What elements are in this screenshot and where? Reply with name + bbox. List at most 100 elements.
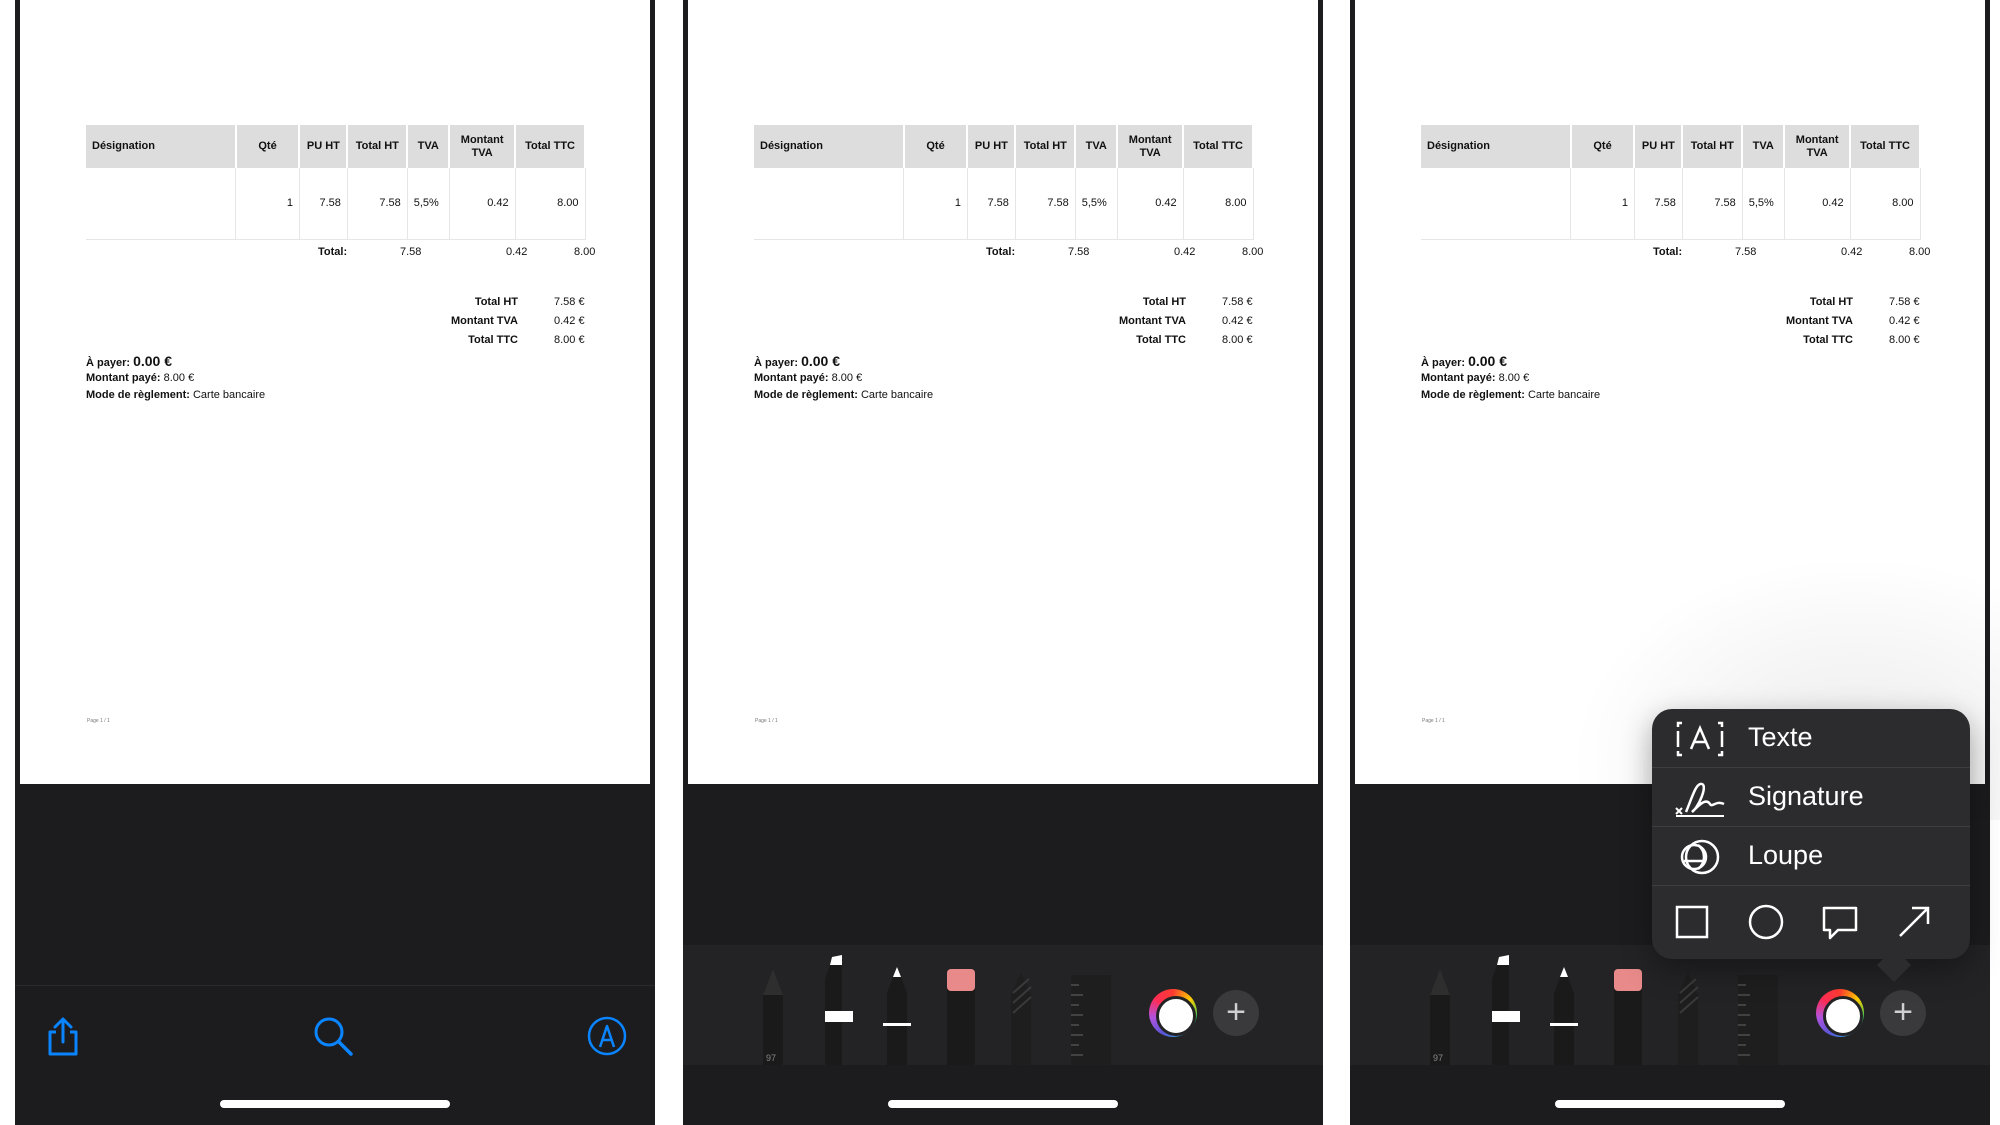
color-picker-icon[interactable] (1149, 989, 1197, 1037)
summary-value: 7.58 € (1222, 296, 1253, 308)
a-payer-label: À payer: (86, 357, 131, 369)
plus-icon[interactable]: + (1213, 990, 1259, 1036)
plus-icon[interactable]: + (1880, 990, 1926, 1036)
cell-total-ht: 7.58 (347, 168, 408, 240)
montant-paye-label: Montant payé: (86, 372, 161, 384)
cell-qte: 1 (903, 168, 968, 240)
mode-label: Mode de règlement: (86, 389, 190, 401)
totals-label: Total: (1653, 246, 1683, 258)
cell-pu-ht: 7.58 (299, 168, 348, 240)
lasso-tool[interactable] (1678, 973, 1699, 1065)
menu-item-signature[interactable]: Signature (1652, 768, 1970, 827)
totals-label: Total: (318, 246, 348, 258)
home-indicator[interactable] (1555, 1100, 1785, 1108)
document-page: Désignation Qté PU HT Total HT TVA Monta… (20, 0, 650, 784)
totals-ttc: 8.00 (1909, 246, 1931, 258)
pen-tool[interactable]: 97 (763, 969, 783, 1065)
cell-total-ht: 7.58 (1015, 168, 1076, 240)
pen-size-label: 97 (1433, 1053, 1443, 1063)
home-indicator[interactable] (220, 1100, 450, 1108)
home-indicator[interactable] (888, 1100, 1118, 1108)
circle-icon[interactable] (1746, 902, 1786, 942)
pencil-tool[interactable] (883, 967, 911, 1065)
arrow-icon[interactable] (1894, 902, 1934, 942)
a-payer-label: À payer: (1421, 357, 1466, 369)
montant-paye-line: Montant payé: 8.00 € (1421, 372, 1529, 384)
signature-icon (1675, 782, 1725, 817)
shape-row (1652, 886, 1970, 956)
header-montant-tva: Montant TVA (1117, 125, 1185, 168)
pen-size-label: 97 (766, 1053, 776, 1063)
a-payer-value: 0.00 € (133, 353, 173, 369)
ruler-tool[interactable] (1738, 975, 1778, 1065)
header-qte: Qté (235, 125, 301, 168)
speech-bubble-icon[interactable] (1820, 902, 1860, 942)
menu-item-texte[interactable]: Texte (1652, 709, 1970, 768)
cell-qte: 1 (235, 168, 300, 240)
share-icon[interactable] (41, 1014, 85, 1058)
table-header-row: Désignation Qté PU HT Total HT TVA Monta… (86, 125, 586, 168)
eraser-tool[interactable] (947, 969, 975, 1065)
cell-total-ttc: 8.00 (1850, 168, 1921, 240)
header-designation: Désignation (754, 125, 905, 168)
header-qte: Qté (903, 125, 969, 168)
cell-pu-ht: 7.58 (1634, 168, 1683, 240)
a-payer-line: À payer: 0.00 € (1421, 353, 1507, 369)
mode-label: Mode de règlement: (754, 389, 858, 401)
summary-label: Total HT (1142, 296, 1186, 308)
header-total-ttc: Total TTC (1850, 125, 1921, 168)
cell-montant-tva: 0.42 (1117, 168, 1184, 240)
totals-label: Total: (986, 246, 1016, 258)
eraser-tool[interactable] (1614, 969, 1642, 1065)
mode-label: Mode de règlement: (1421, 389, 1525, 401)
totals-ttc: 8.00 (1242, 246, 1264, 258)
cell-qte: 1 (1570, 168, 1635, 240)
text-box-icon (1676, 721, 1724, 757)
pencil-tool[interactable] (1550, 967, 1578, 1065)
color-picker-icon[interactable] (1816, 989, 1864, 1037)
search-icon[interactable] (311, 1014, 355, 1058)
header-total-ht: Total HT (347, 125, 409, 168)
mode-value: Carte bancaire (860, 389, 934, 401)
pen-tool[interactable]: 97 (1430, 969, 1450, 1065)
marker-tool[interactable] (825, 955, 853, 1065)
header-total-ht: Total HT (1682, 125, 1744, 168)
page-footer: Page 1 / 1 (1422, 718, 1445, 724)
cell-tva: 5,5% (407, 168, 450, 240)
lasso-tool[interactable] (1011, 973, 1032, 1065)
page-footer: Page 1 / 1 (87, 718, 110, 724)
a-payer-line: À payer: 0.00 € (86, 353, 172, 369)
screen-view: Désignation Qté PU HT Total HT TVA Monta… (15, 0, 655, 1125)
cell-montant-tva: 0.42 (1784, 168, 1851, 240)
marker-tool[interactable] (1492, 955, 1520, 1065)
cell-total-ttc: 8.00 (515, 168, 586, 240)
montant-paye-line: Montant payé: 8.00 € (754, 372, 862, 384)
table-header-row: Désignation Qté PU HT Total HT TVA Monta… (754, 125, 1254, 168)
montant-paye-value: 8.00 € (163, 372, 195, 384)
square-icon[interactable] (1672, 902, 1712, 942)
header-total-ttc: Total TTC (515, 125, 586, 168)
cell-designation (86, 168, 237, 240)
header-designation: Désignation (1421, 125, 1572, 168)
header-pu-ht: PU HT (967, 125, 1017, 168)
markup-icon[interactable] (585, 1014, 629, 1058)
a-payer-value: 0.00 € (1468, 353, 1508, 369)
ruler-tool[interactable] (1071, 975, 1111, 1065)
header-designation: Désignation (86, 125, 237, 168)
mode-value: Carte bancaire (1527, 389, 1601, 401)
montant-paye-value: 8.00 € (1498, 372, 1530, 384)
totals-ht: 7.58 (1735, 246, 1757, 258)
cell-tva: 5,5% (1075, 168, 1118, 240)
totals-tva: 0.42 (1841, 246, 1863, 258)
header-total-ttc: Total TTC (1183, 125, 1254, 168)
tool-palette: 97 (1430, 955, 1778, 1065)
montant-paye-label: Montant payé: (1421, 372, 1496, 384)
menu-item-loupe[interactable]: Loupe (1652, 827, 1970, 886)
montant-paye-label: Montant payé: (754, 372, 829, 384)
table-row: 1 7.58 7.58 5,5% 0.42 8.00 (754, 168, 1254, 240)
summary-value: 0.42 € (1889, 315, 1920, 327)
header-tva: TVA (1742, 125, 1786, 168)
menu-item-label: Texte (1748, 722, 1813, 752)
montant-paye-line: Montant payé: 8.00 € (86, 372, 194, 384)
cell-designation (754, 168, 905, 240)
